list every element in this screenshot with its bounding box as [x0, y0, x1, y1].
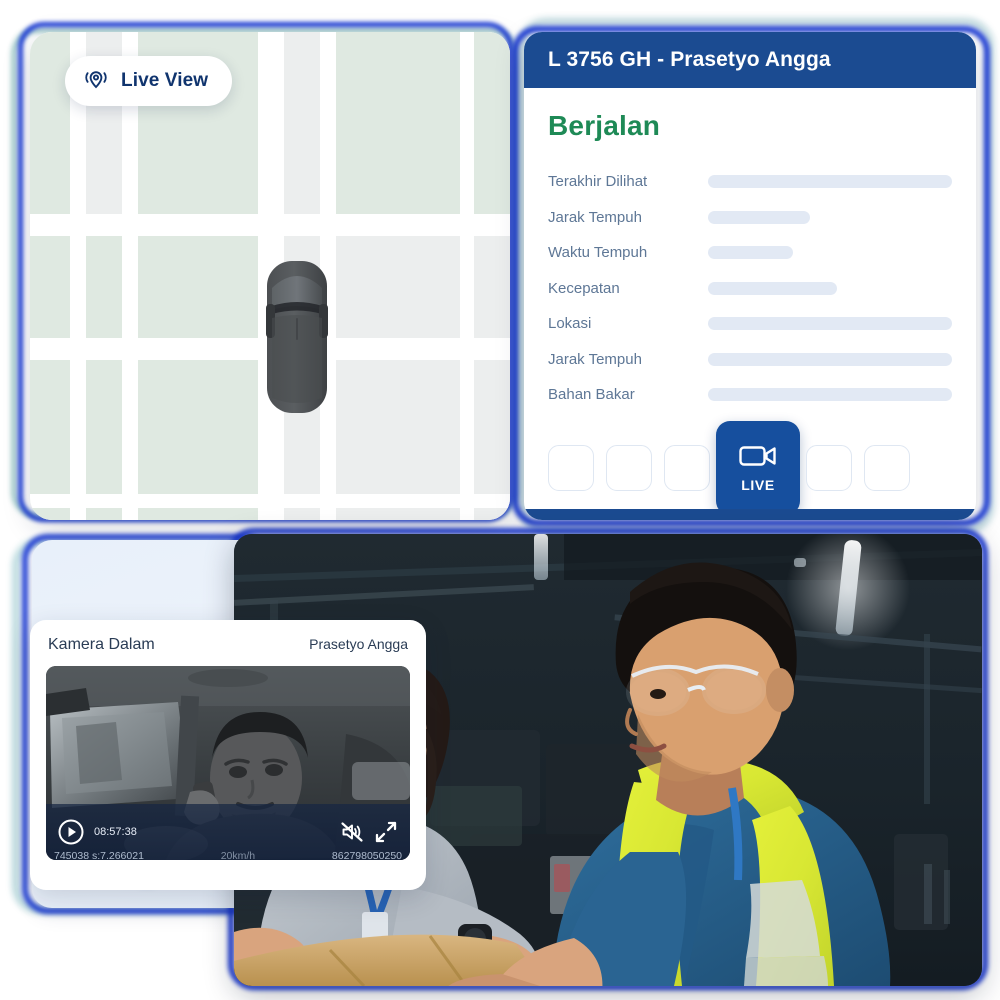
map-block — [332, 232, 510, 342]
camera-card-header: Kamera Dalam Prasetyo Angga — [46, 636, 410, 654]
map-block — [82, 232, 264, 342]
skeleton-value — [708, 281, 952, 295]
camera-card: Kamera Dalam Prasetyo Angga 08:57:38 745… — [30, 620, 426, 890]
map-road — [460, 32, 474, 520]
table-row: Jarak Tempuh — [548, 200, 952, 236]
panel-header: L 3756 GH - Prasetyo Angga — [524, 32, 976, 88]
table-row: Kecepatan — [548, 271, 952, 307]
vehicle-detail-panel: L 3756 GH - Prasetyo Angga Berjalan Tera… — [524, 32, 976, 520]
video-controls: 08:57:38 — [46, 804, 410, 860]
expand-arrows-icon[interactable] — [374, 820, 398, 844]
map-road — [30, 494, 510, 508]
map-block — [30, 32, 75, 217]
map-block — [280, 32, 325, 217]
action-button-row: LIVE — [524, 413, 976, 515]
action-placeholder-button-5[interactable] — [864, 444, 910, 491]
map-block — [332, 32, 510, 217]
detail-label: Kecepatan — [548, 279, 620, 297]
page-title: L 3756 GH - Prasetyo Angga — [548, 48, 831, 71]
skeleton-value — [708, 210, 952, 224]
table-row: Bahan Bakar — [548, 377, 952, 413]
video-camera-icon — [739, 445, 776, 466]
action-placeholder-button-1[interactable] — [548, 444, 594, 491]
video-timestamp: 08:57:38 — [94, 826, 137, 838]
table-row: Lokasi — [548, 306, 952, 342]
action-placeholder-button-4[interactable] — [806, 444, 852, 491]
skeleton-value — [708, 352, 952, 366]
car-top-view-icon — [266, 261, 328, 413]
map-block — [30, 232, 75, 342]
play-circle-icon[interactable] — [58, 819, 84, 845]
skeleton-value — [708, 246, 952, 260]
map-card[interactable]: Live View — [30, 32, 510, 520]
app-screenshot: Live View L 3756 GH - Prasetyo Angga Ber… — [0, 0, 1000, 1000]
detail-label: Bahan Bakar — [548, 386, 635, 404]
camera-driver-name: Prasetyo Angga — [309, 636, 408, 652]
detail-label: Terakhir Dilihat — [548, 173, 648, 191]
table-row: Jarak Tempuh — [548, 342, 952, 378]
location-pin-signal-icon — [85, 71, 107, 89]
panel-footer-bar — [524, 508, 976, 520]
action-placeholder-button-3[interactable] — [664, 444, 710, 491]
video-player[interactable]: 08:57:38 745038 s:7.266021 20km/h 862798… — [46, 666, 410, 860]
detail-label: Waktu Tempuh — [548, 244, 648, 262]
detail-label: Lokasi — [548, 315, 592, 333]
map-road — [30, 214, 510, 236]
table-row: Waktu Tempuh — [548, 235, 952, 271]
table-row: Terakhir Dilihat — [548, 164, 952, 200]
skeleton-value — [708, 388, 952, 402]
live-action-label: LIVE — [741, 476, 775, 493]
vehicle-marker[interactable] — [266, 258, 328, 416]
live-action-button[interactable]: LIVE — [716, 420, 800, 515]
speaker-muted-icon[interactable] — [340, 820, 364, 844]
live-view-label: Live View — [121, 70, 209, 91]
skeleton-value — [708, 317, 952, 331]
status-badge: Berjalan — [548, 110, 661, 141]
panel-body: Berjalan Terakhir Dilihat Jarak Tempuh W… — [524, 88, 976, 413]
camera-title: Kamera Dalam — [48, 636, 155, 653]
skeleton-value — [708, 175, 952, 189]
action-placeholder-button-2[interactable] — [606, 444, 652, 491]
detail-label: Jarak Tempuh — [548, 350, 642, 368]
live-view-button[interactable]: Live View — [65, 56, 233, 106]
detail-label: Jarak Tempuh — [548, 208, 642, 226]
